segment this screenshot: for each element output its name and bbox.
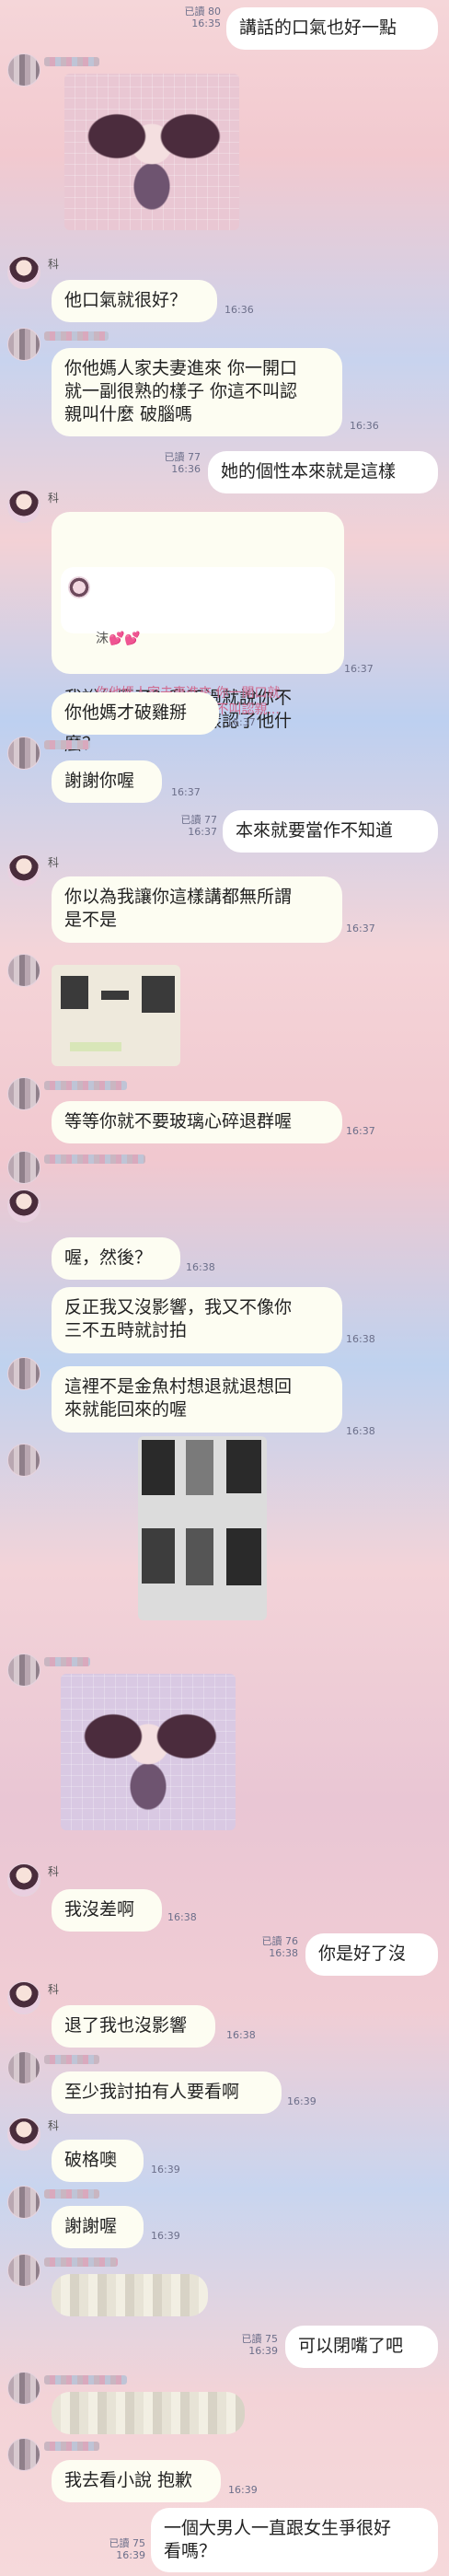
message-bubble-received[interactable]: 我去看小說 抱歉 bbox=[52, 2460, 221, 2502]
message-bubble-received[interactable]: 等等你就不要玻璃心碎退群喔 bbox=[52, 1101, 342, 1143]
avatar[interactable] bbox=[7, 2372, 40, 2405]
sender-name bbox=[44, 2375, 127, 2385]
message-bubble-received[interactable] bbox=[52, 2392, 245, 2434]
sender-name: 科 bbox=[48, 2119, 60, 2132]
timestamp: 16:37 bbox=[226, 716, 256, 728]
avatar[interactable] bbox=[7, 2118, 40, 2151]
timestamp: 16:36 bbox=[224, 304, 254, 316]
message-bubble-sent[interactable]: 你是好了沒 bbox=[305, 1933, 438, 1976]
message-bubble-received[interactable]: 謝謝喔 bbox=[52, 2206, 144, 2248]
shared-image[interactable] bbox=[52, 965, 180, 1066]
message-bubble-received[interactable]: 我沒差啊 bbox=[52, 1889, 162, 1932]
read-receipt: 已讀 77 16:36 bbox=[164, 451, 201, 475]
timestamp: 16:38 bbox=[346, 1333, 375, 1345]
timestamp: 16:39 bbox=[151, 2230, 180, 2242]
sender-name bbox=[44, 57, 99, 66]
message-bubble-received[interactable]: 喔，然後？ bbox=[52, 1237, 180, 1280]
message-bubble-received[interactable]: 你他媽才破雞掰 bbox=[52, 692, 219, 735]
message-bubble-sent[interactable]: 本來就要當作不知道 bbox=[223, 810, 438, 853]
sticker-image[interactable] bbox=[64, 74, 239, 230]
timestamp: 16:36 bbox=[350, 420, 379, 432]
avatar[interactable] bbox=[7, 737, 40, 770]
avatar[interactable] bbox=[7, 1077, 40, 1110]
avatar[interactable] bbox=[7, 328, 40, 361]
message-bubble-sent[interactable]: 可以閉嘴了吧 bbox=[285, 2326, 438, 2368]
avatar[interactable] bbox=[7, 1357, 40, 1390]
sender-name: 科 bbox=[48, 1865, 60, 1878]
message-bubble-received[interactable]: 至少我討拍有人要看啊 bbox=[52, 2071, 282, 2114]
timestamp: 16:38 bbox=[226, 2029, 256, 2041]
message-bubble-sent[interactable]: 一個大男人一直跟女生爭很好 看嗎？ bbox=[151, 2508, 438, 2572]
message-bubble-received[interactable]: 沫💕💕 你他媽人家夫妻進來 你一開口就 一副很熟的樣子 你這不叫認親... 我說… bbox=[52, 512, 344, 754]
timestamp: 16:37 bbox=[171, 786, 201, 798]
message-bubble-received[interactable]: 這裡不是金魚村想退就退想回 來就能回來的喔 bbox=[52, 1366, 342, 1433]
timestamp: 16:37 bbox=[344, 663, 374, 675]
sender-name bbox=[44, 2442, 99, 2451]
avatar[interactable] bbox=[7, 53, 40, 87]
read-receipt: 已讀 75 16:39 bbox=[109, 2537, 146, 2561]
read-receipt: 已讀 75 16:39 bbox=[241, 2333, 279, 2357]
timestamp: 16:37 bbox=[346, 1125, 375, 1137]
sender-name bbox=[44, 1657, 90, 1666]
sender-name: 科 bbox=[48, 1983, 60, 1996]
avatar[interactable] bbox=[7, 1189, 40, 1223]
timestamp: 16:39 bbox=[151, 2164, 180, 2176]
reply-sender-name: 沫💕💕 bbox=[96, 632, 141, 646]
message-bubble-sent[interactable]: 她的個性本來就是這樣 bbox=[208, 451, 438, 493]
sender-name bbox=[44, 1155, 145, 1164]
avatar[interactable] bbox=[7, 1981, 40, 2014]
avatar[interactable] bbox=[7, 2051, 40, 2084]
timestamp: 16:38 bbox=[186, 1261, 215, 1273]
avatar[interactable] bbox=[7, 954, 40, 987]
timestamp: 16:39 bbox=[287, 2095, 317, 2107]
sender-name bbox=[44, 740, 90, 749]
timestamp: 16:39 bbox=[228, 2484, 258, 2496]
sender-name bbox=[44, 1081, 127, 1090]
sticker-image[interactable] bbox=[61, 1674, 236, 1830]
read-receipt: 已讀 77 16:37 bbox=[180, 814, 218, 838]
sender-name bbox=[44, 2257, 118, 2267]
avatar[interactable] bbox=[7, 1444, 40, 1477]
message-bubble-received[interactable] bbox=[52, 2274, 208, 2316]
avatar[interactable] bbox=[7, 1863, 40, 1897]
sender-name: 科 bbox=[48, 856, 60, 869]
sender-name bbox=[44, 2189, 99, 2199]
message-bubble-received[interactable]: 他口氣就很好？ bbox=[52, 280, 217, 322]
message-bubble-sent[interactable]: 講話的口氣也好一點 bbox=[226, 7, 438, 50]
message-bubble-received[interactable]: 謝謝你喔 bbox=[52, 760, 162, 803]
avatar[interactable] bbox=[7, 1654, 40, 1687]
timestamp: 16:38 bbox=[346, 1425, 375, 1437]
avatar[interactable] bbox=[7, 854, 40, 888]
read-receipt: 已讀 76 16:38 bbox=[261, 1935, 299, 1959]
sender-name bbox=[44, 331, 109, 341]
message-bubble-received[interactable]: 退了我也沒影響 bbox=[52, 2005, 215, 2048]
reply-quote[interactable]: 沫💕💕 你他媽人家夫妻進來 你一開口就 一副很熟的樣子 你這不叫認親... bbox=[61, 567, 335, 717]
sender-name bbox=[44, 2055, 99, 2064]
avatar[interactable] bbox=[7, 2254, 40, 2287]
message-bubble-received[interactable]: 反正我又沒影響，我又不像你 三不五時就討拍 bbox=[52, 1287, 342, 1353]
shared-image[interactable] bbox=[138, 1436, 267, 1620]
avatar[interactable] bbox=[7, 256, 40, 289]
timestamp: 16:37 bbox=[346, 922, 375, 934]
avatar[interactable] bbox=[7, 2186, 40, 2219]
timestamp: 16:38 bbox=[167, 1911, 197, 1923]
avatar[interactable] bbox=[7, 2438, 40, 2471]
reply-avatar bbox=[68, 576, 90, 598]
message-bubble-received[interactable]: 破格噢 bbox=[52, 2140, 144, 2182]
sender-name: 科 bbox=[48, 492, 60, 505]
avatar[interactable] bbox=[7, 1151, 40, 1184]
sender-name: 科 bbox=[48, 258, 60, 271]
message-bubble-received[interactable]: 你他媽人家夫妻進來 你一開口 就一副很熟的樣子 你這不叫認 親叫什麼 破腦嗎 bbox=[52, 348, 342, 436]
message-bubble-received[interactable]: 你以為我讓你這樣講都無所謂 是不是 bbox=[52, 876, 342, 943]
avatar[interactable] bbox=[7, 490, 40, 523]
read-receipt: 已讀 80 16:35 bbox=[184, 6, 222, 29]
